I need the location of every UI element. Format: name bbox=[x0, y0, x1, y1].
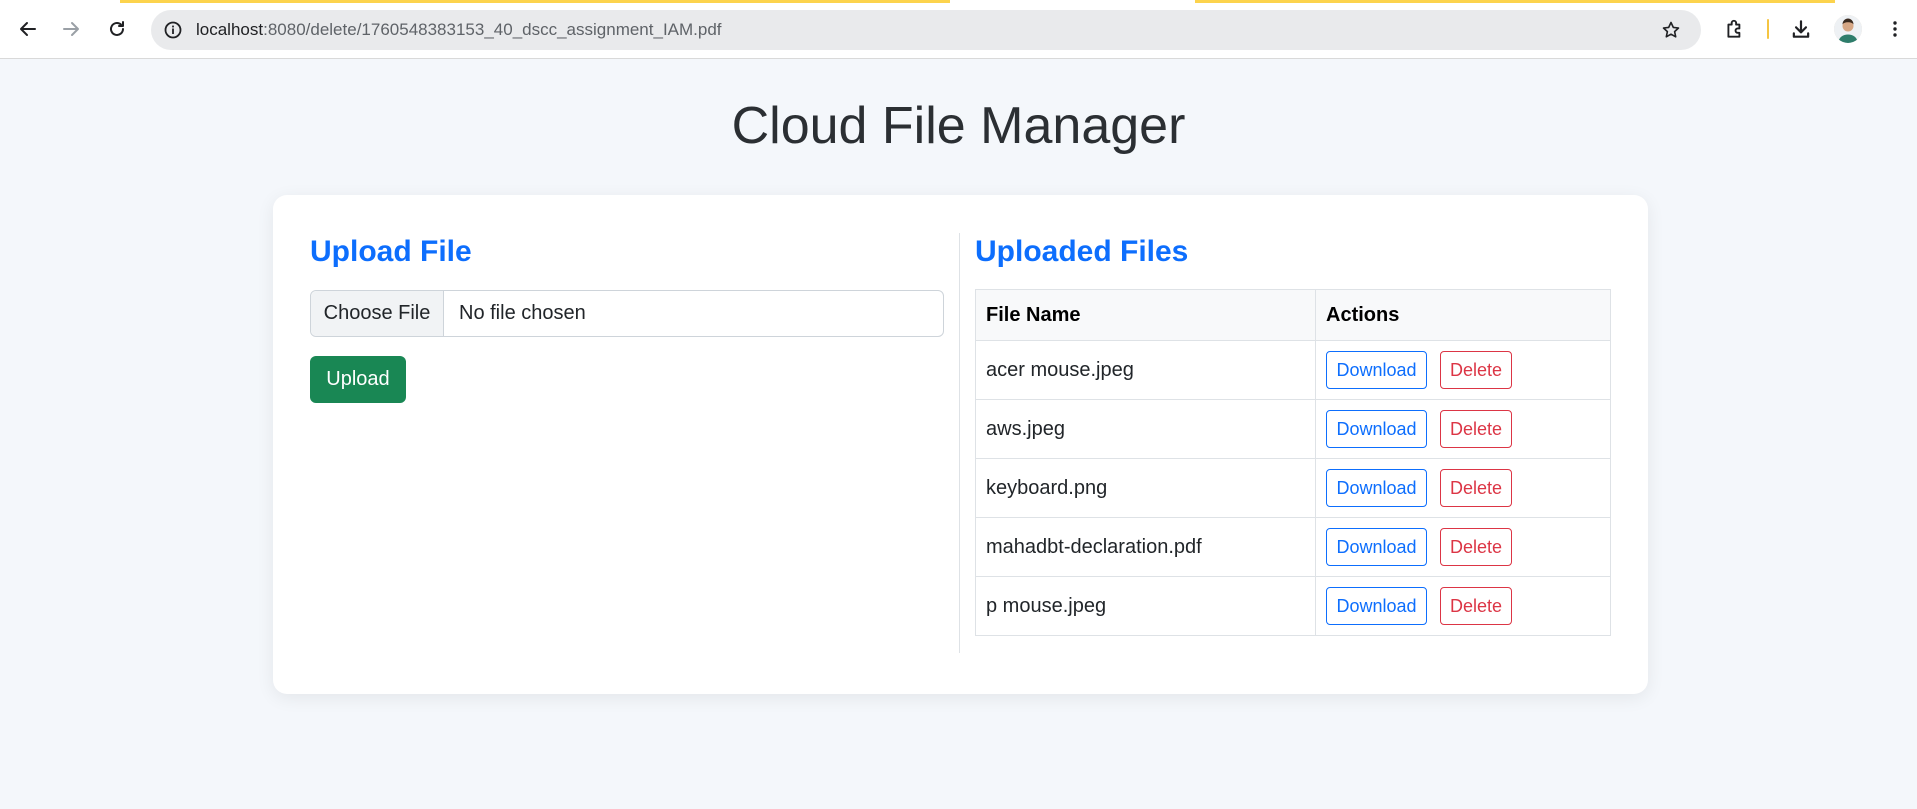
file-status-text: No file chosen bbox=[459, 302, 586, 324]
download-button[interactable]: Download bbox=[1326, 587, 1427, 625]
url-text[interactable]: localhost:8080/delete/1760548383153_40_d… bbox=[196, 20, 722, 40]
reload-icon[interactable] bbox=[102, 14, 132, 44]
delete-button[interactable]: Delete bbox=[1440, 469, 1512, 507]
download-button[interactable]: Download bbox=[1326, 351, 1427, 389]
forward-arrow-icon[interactable] bbox=[56, 14, 86, 44]
browser-toolbar: localhost:8080/delete/1760548383153_40_d… bbox=[0, 0, 1917, 59]
delete-button[interactable]: Delete bbox=[1440, 351, 1512, 389]
more-menu-icon[interactable] bbox=[1880, 14, 1910, 44]
uploaded-files-title: Uploaded Files bbox=[975, 235, 1189, 268]
toolbar-separator bbox=[1767, 19, 1769, 39]
file-input[interactable]: Choose File No file chosen bbox=[310, 290, 944, 337]
loading-bar bbox=[120, 0, 950, 3]
column-divider bbox=[959, 233, 960, 653]
table-header-row: File Name Actions bbox=[975, 289, 1611, 341]
loading-bar bbox=[1195, 0, 1835, 3]
download-icon[interactable] bbox=[1786, 14, 1816, 44]
download-button[interactable]: Download bbox=[1326, 410, 1427, 448]
files-table: File Name Actions acer mouse.jpeg Downlo… bbox=[975, 289, 1611, 636]
table-row: keyboard.png Download Delete bbox=[975, 458, 1611, 518]
url-host: localhost bbox=[196, 20, 264, 39]
file-name-cell: keyboard.png bbox=[975, 458, 1316, 518]
delete-button[interactable]: Delete bbox=[1440, 410, 1512, 448]
table-row: mahadbt-declaration.pdf Download Delete bbox=[975, 517, 1611, 577]
file-name-cell: aws.jpeg bbox=[975, 399, 1316, 459]
column-header-file-name: File Name bbox=[975, 289, 1316, 341]
upload-button[interactable]: Upload bbox=[310, 356, 406, 403]
table-row: p mouse.jpeg Download Delete bbox=[975, 576, 1611, 636]
file-name-cell: acer mouse.jpeg bbox=[975, 340, 1316, 400]
actions-cell: Download Delete bbox=[1315, 576, 1611, 636]
choose-file-button[interactable]: Choose File bbox=[311, 291, 444, 336]
download-button[interactable]: Download bbox=[1326, 469, 1427, 507]
back-arrow-icon[interactable] bbox=[13, 14, 43, 44]
address-bar[interactable]: localhost:8080/delete/1760548383153_40_d… bbox=[151, 10, 1701, 50]
profile-avatar[interactable] bbox=[1834, 15, 1862, 43]
actions-cell: Download Delete bbox=[1315, 458, 1611, 518]
file-name-cell: mahadbt-declaration.pdf bbox=[975, 517, 1316, 577]
download-button[interactable]: Download bbox=[1326, 528, 1427, 566]
file-manager-card: Upload File Choose File No file chosen U… bbox=[273, 195, 1648, 694]
extensions-icon[interactable] bbox=[1720, 14, 1750, 44]
site-info-icon[interactable] bbox=[161, 18, 185, 42]
actions-cell: Download Delete bbox=[1315, 399, 1611, 459]
actions-cell: Download Delete bbox=[1315, 517, 1611, 577]
actions-cell: Download Delete bbox=[1315, 340, 1611, 400]
page-title: Cloud File Manager bbox=[731, 97, 1186, 155]
column-header-actions: Actions bbox=[1315, 289, 1611, 341]
table-row: acer mouse.jpeg Download Delete bbox=[975, 340, 1611, 400]
delete-button[interactable]: Delete bbox=[1440, 528, 1512, 566]
table-row: aws.jpeg Download Delete bbox=[975, 399, 1611, 459]
delete-button[interactable]: Delete bbox=[1440, 587, 1512, 625]
url-path: :8080/delete/1760548383153_40_dscc_assig… bbox=[263, 20, 722, 39]
bookmark-star-icon[interactable] bbox=[1659, 18, 1683, 42]
file-name-cell: p mouse.jpeg bbox=[975, 576, 1316, 636]
upload-section-title: Upload File bbox=[310, 235, 472, 268]
